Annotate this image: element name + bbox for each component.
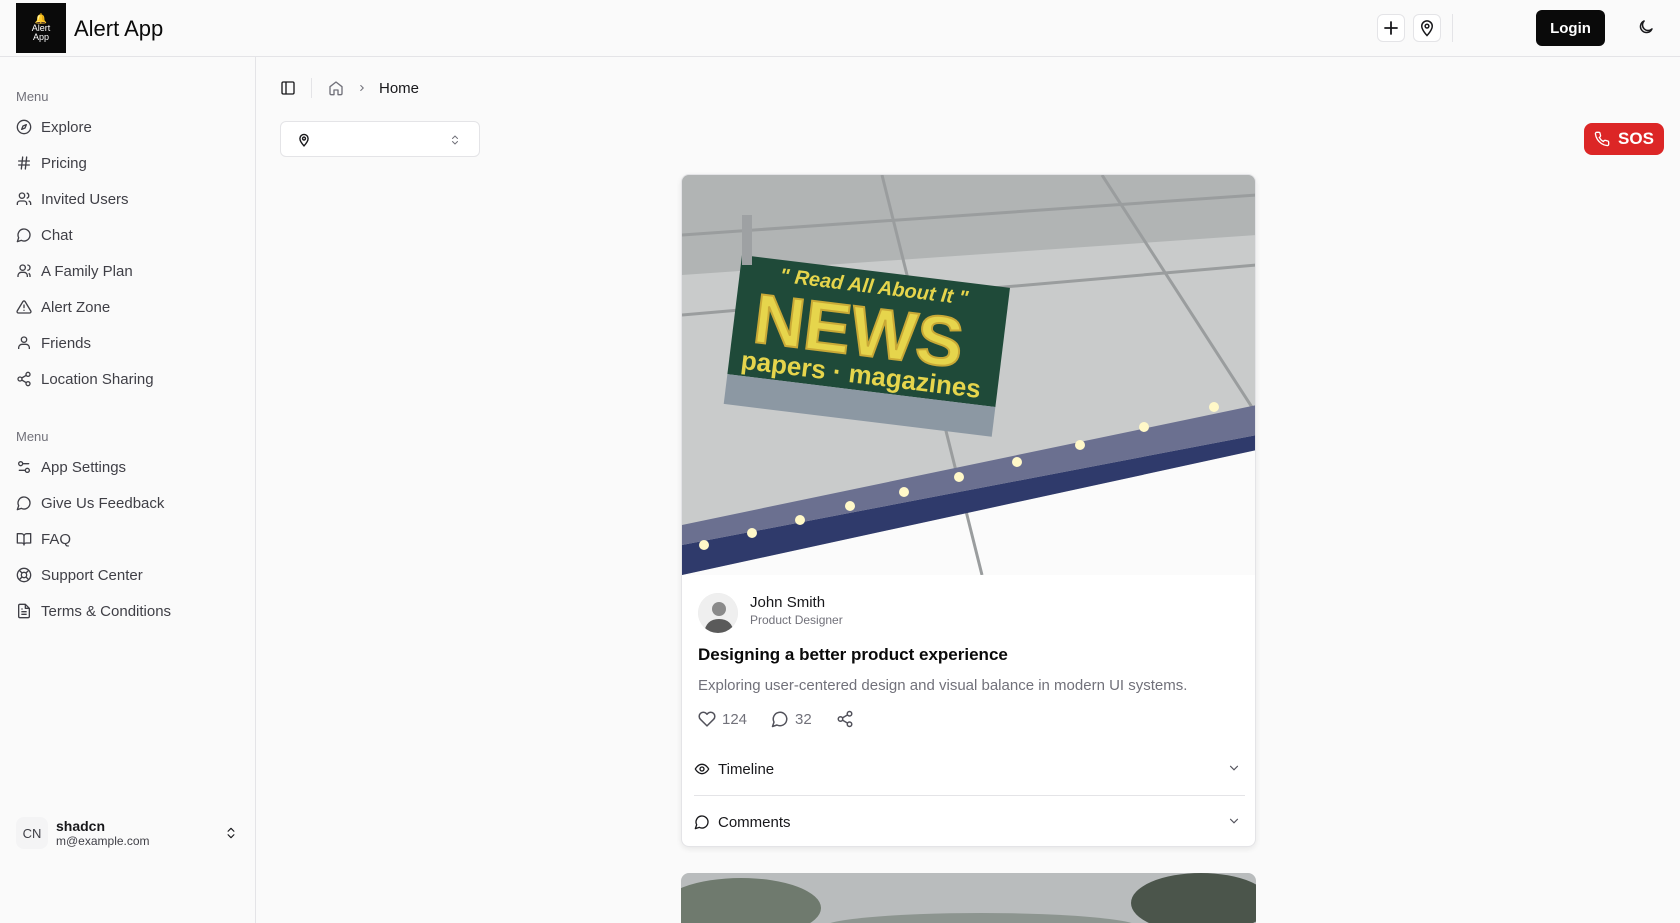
chat-icon	[16, 228, 31, 243]
location-button[interactable]	[1413, 14, 1441, 42]
author-role: Product Designer	[750, 613, 843, 627]
user-name: shadcn	[56, 818, 106, 834]
post-stats: 124 32	[698, 710, 878, 728]
compass-icon	[16, 119, 32, 135]
sidebar-item-label: FAQ	[41, 530, 72, 548]
post-description: Exploring user-centered design and visua…	[698, 677, 1188, 694]
sidebar-item-support-center[interactable]: Support Center	[8, 559, 248, 591]
sidebar-item-terms[interactable]: Terms & Conditions	[8, 595, 248, 627]
chevrons-up-down-icon	[227, 827, 235, 839]
hash-icon	[18, 156, 30, 170]
breadcrumb-home-link[interactable]	[328, 80, 344, 96]
moon-icon	[1639, 20, 1653, 34]
share-icon	[837, 710, 853, 728]
post-image[interactable]	[681, 873, 1256, 923]
post-card: " Read All About It " NEWS papers · maga…	[681, 174, 1256, 847]
sidebar-item-app-settings[interactable]: App Settings	[8, 451, 248, 483]
book-icon	[16, 533, 32, 546]
chat-icon	[771, 711, 788, 728]
chevrons-up-down-icon	[452, 135, 458, 145]
breadcrumb-current: Home	[379, 80, 420, 97]
sidebar-item-pricing[interactable]: Pricing	[8, 147, 248, 179]
sos-button[interactable]: SOS	[1584, 123, 1664, 155]
lifebuoy-icon	[16, 567, 32, 583]
accordion-label: Comments	[718, 813, 791, 831]
plus-icon	[1384, 21, 1398, 35]
chevron-down-icon	[1229, 765, 1239, 771]
share-icon	[17, 371, 31, 387]
login-button[interactable]: Login	[1536, 10, 1605, 46]
sidebar-panel-icon	[281, 81, 295, 95]
sidebar: Menu Explore Pricing Invited Users Chat …	[0, 57, 256, 923]
chevron-down-icon	[1229, 818, 1239, 824]
comments-count: 32	[795, 710, 812, 728]
sidebar-item-faq[interactable]: FAQ	[8, 523, 248, 555]
sidebar-item-label: Explore	[41, 118, 92, 136]
sos-label: SOS	[1618, 129, 1654, 148]
user-menu[interactable]: CN shadcn m@example.com	[8, 809, 248, 857]
document-icon	[18, 603, 30, 619]
map-pin-icon	[1420, 20, 1434, 37]
heart-icon	[698, 711, 716, 727]
avatar	[698, 593, 738, 633]
sidebar-item-label: Friends	[41, 334, 92, 352]
warning-icon	[16, 300, 32, 314]
share-button[interactable]	[836, 710, 854, 728]
sidebar-item-label: Chat	[41, 226, 73, 244]
add-button[interactable]	[1377, 14, 1405, 42]
like-button[interactable]: 124	[698, 710, 747, 728]
chat-icon	[694, 815, 709, 830]
sidebar-item-label: Give Us Feedback	[41, 494, 165, 512]
sidebar-group-label: Menu	[16, 89, 49, 104]
accordion-timeline[interactable]: Timeline	[694, 743, 1245, 795]
logo-text-line2: App	[32, 31, 49, 42]
chat-icon	[16, 496, 31, 511]
breadcrumb-divider	[311, 78, 312, 98]
person-photo-icon	[698, 593, 738, 633]
post-card-next	[681, 873, 1256, 923]
sidebar-item-label: Support Center	[41, 566, 143, 584]
location-select[interactable]	[280, 121, 480, 157]
sidebar-item-label: Alert Zone	[41, 298, 111, 316]
chevron-right-icon	[360, 84, 364, 92]
sidebar-item-label: Invited Users	[41, 190, 129, 208]
sidebar-item-invited-users[interactable]: Invited Users	[8, 183, 248, 215]
accordion-comments[interactable]: Comments	[694, 796, 1245, 846]
avatar: CN	[16, 817, 48, 849]
theme-toggle-button[interactable]	[1637, 18, 1657, 38]
comment-button[interactable]: 32	[771, 710, 812, 728]
eye-icon	[694, 763, 710, 775]
post-title: Designing a better product experience	[698, 645, 1008, 664]
sidebar-item-explore[interactable]: Explore	[8, 111, 248, 143]
post-image[interactable]: " Read All About It " NEWS papers · maga…	[682, 175, 1256, 575]
user-group-icon	[17, 264, 31, 277]
sidebar-item-label: Terms & Conditions	[41, 602, 172, 620]
home-icon	[329, 81, 343, 96]
sidebar-item-label: Pricing	[41, 154, 87, 172]
sidebar-item-alert-zone[interactable]: Alert Zone	[8, 291, 248, 323]
header-divider	[1452, 14, 1453, 42]
sidebar-group-label: Menu	[16, 429, 49, 444]
sidebar-item-family-plan[interactable]: A Family Plan	[8, 255, 248, 287]
sidebar-item-label: A Family Plan	[41, 262, 133, 280]
user-icon	[18, 336, 30, 349]
likes-count: 124	[722, 710, 748, 728]
app-logo[interactable]: 🔔 Alert App	[16, 3, 66, 53]
phone-icon	[1594, 131, 1610, 147]
sidebar-item-label: App Settings	[41, 458, 127, 476]
settings-sliders-icon	[17, 461, 30, 473]
sidebar-item-feedback[interactable]: Give Us Feedback	[8, 487, 248, 519]
sidebar-item-friends[interactable]: Friends	[8, 327, 248, 359]
accordion-label: Timeline	[718, 760, 775, 778]
sidebar-item-location-sharing[interactable]: Location Sharing	[8, 363, 248, 395]
author-name: John Smith	[750, 594, 826, 611]
app-title: Alert App	[74, 16, 164, 41]
sidebar-toggle-button[interactable]	[280, 80, 296, 96]
sidebar-item-label: Location Sharing	[41, 370, 154, 388]
top-header: 🔔 Alert App Alert App Login	[0, 0, 1680, 57]
users-icon	[16, 192, 32, 205]
map-pin-icon	[299, 133, 309, 147]
user-email: m@example.com	[56, 834, 150, 848]
sidebar-item-chat[interactable]: Chat	[8, 219, 248, 251]
